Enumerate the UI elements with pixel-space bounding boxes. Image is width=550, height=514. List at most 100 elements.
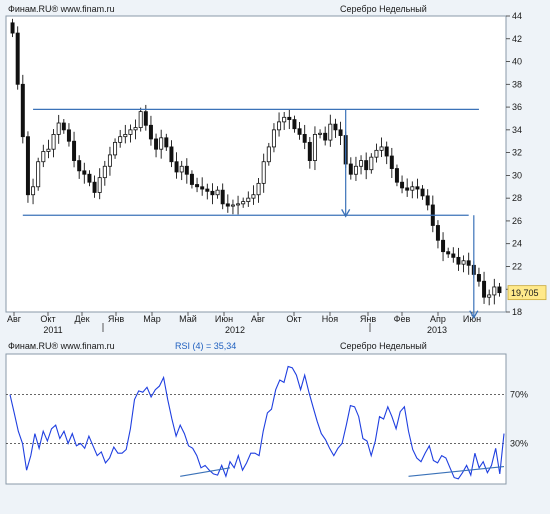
last-price-badge: 19,705 [507, 285, 547, 301]
candle-body [15, 32, 20, 85]
y-tick-label: 32 [512, 148, 522, 158]
candle-body [148, 124, 153, 140]
candle-body [241, 201, 246, 205]
y-tick-label: 36 [512, 102, 522, 112]
candle-body [348, 163, 353, 175]
candle-body [107, 154, 112, 167]
y-tick-label: 30 [512, 170, 522, 180]
candle-body [66, 129, 71, 142]
candle-body [384, 146, 389, 157]
candle-body [128, 129, 133, 135]
candle-body [82, 170, 87, 175]
candle-body [389, 155, 394, 169]
candle-body [31, 186, 36, 196]
candle-body [266, 146, 271, 163]
candle-body [236, 203, 241, 206]
candle-body [143, 111, 148, 126]
candle-body [461, 260, 466, 265]
candle [25, 131, 30, 203]
year-label: 2011 [43, 325, 62, 335]
candle-body [20, 83, 25, 138]
y-tick-label: 18 [512, 307, 522, 317]
candle-body [374, 149, 379, 158]
candle-body [441, 239, 446, 253]
price-header-left: Финам.RU® www.finam.ru [8, 4, 115, 14]
candle-body [307, 141, 312, 161]
x-tick-label: Авг [251, 314, 266, 324]
chart-canvas: Финам.RU® www.finam.ru Серебро Недельный… [5, 4, 547, 485]
candle-body [364, 160, 369, 171]
rsi-indicator-label: RSI (4) = 35,34 [175, 341, 236, 351]
candle-body [36, 161, 41, 188]
x-tick-label: Дек [74, 314, 89, 324]
candle-body [200, 186, 205, 190]
rsi-header-right: Серебро Недельный [340, 341, 427, 351]
candle-body [338, 129, 343, 136]
x-tick-label: Ноя [322, 314, 339, 324]
x-tick-label: Апр [430, 314, 446, 324]
rsi-level-label: 70% [510, 390, 528, 400]
candle-body [220, 189, 225, 205]
candle-body [476, 274, 481, 282]
candle-body [77, 160, 82, 172]
x-axis: Авг Окт Дек Янв Мар Май Июн Авг Окт Ноя Янв Фев Апр И… [7, 312, 481, 324]
y-tick-label: 42 [512, 34, 522, 44]
candle-body [482, 280, 487, 298]
candle-body [318, 132, 323, 135]
y-tick-label: 28 [512, 193, 522, 203]
candle-body [359, 160, 364, 167]
candle-body [159, 137, 164, 150]
candle-body [287, 116, 292, 120]
y-tick-label: 22 [512, 261, 522, 271]
candle-body [195, 184, 200, 188]
candle-body [154, 138, 159, 150]
candle-body [425, 195, 430, 206]
candle-body [164, 137, 169, 148]
candle-body [102, 165, 107, 179]
candle-body [230, 204, 235, 207]
candle-body [379, 146, 384, 151]
candle-body [282, 116, 287, 123]
candle-body [456, 256, 461, 265]
rsi-panel: Финам.RU® www.finam.ru RSI (4) = 35,34 С… [5, 341, 528, 485]
candle-body [123, 133, 128, 138]
candle-body [394, 168, 399, 183]
candle-body [10, 22, 15, 34]
candle-body [323, 132, 328, 141]
candle-body [292, 119, 297, 130]
x-tick-label: Янв [108, 314, 124, 324]
candle-body [446, 251, 451, 255]
candle-body [179, 165, 184, 173]
x-tick-label: Май [179, 314, 197, 324]
rsi-level-label: 30% [510, 438, 528, 448]
candle-body [184, 165, 189, 175]
candle-body [435, 225, 440, 241]
candle-body [302, 133, 307, 143]
candle-body [92, 181, 97, 193]
candle-body [246, 197, 251, 202]
candle-body [133, 127, 138, 131]
candle-body [251, 194, 256, 199]
x-tick-label: Окт [286, 314, 301, 324]
candle-body [210, 190, 215, 196]
candle-body [97, 177, 102, 193]
candle-body [61, 122, 66, 131]
rsi-header-left: Финам.RU® www.finam.ru [8, 341, 115, 351]
candle-body [215, 189, 220, 196]
candle-body [41, 151, 46, 163]
candle-body [312, 133, 317, 161]
x-tick-label: Окт [40, 314, 55, 324]
candle-body [497, 286, 502, 294]
candle-body [189, 173, 194, 185]
x-tick-label: Янв [360, 314, 376, 324]
candle-body [415, 186, 420, 190]
candle-body [205, 188, 210, 192]
y-tick-label: 44 [512, 11, 522, 21]
candle-body [72, 140, 77, 161]
candle-body [277, 121, 282, 131]
candle-body [405, 187, 410, 191]
x-tick-label: Фев [394, 314, 411, 324]
candle-body [333, 123, 338, 131]
year-label: 2012 [225, 325, 245, 335]
candle-body [369, 156, 374, 171]
